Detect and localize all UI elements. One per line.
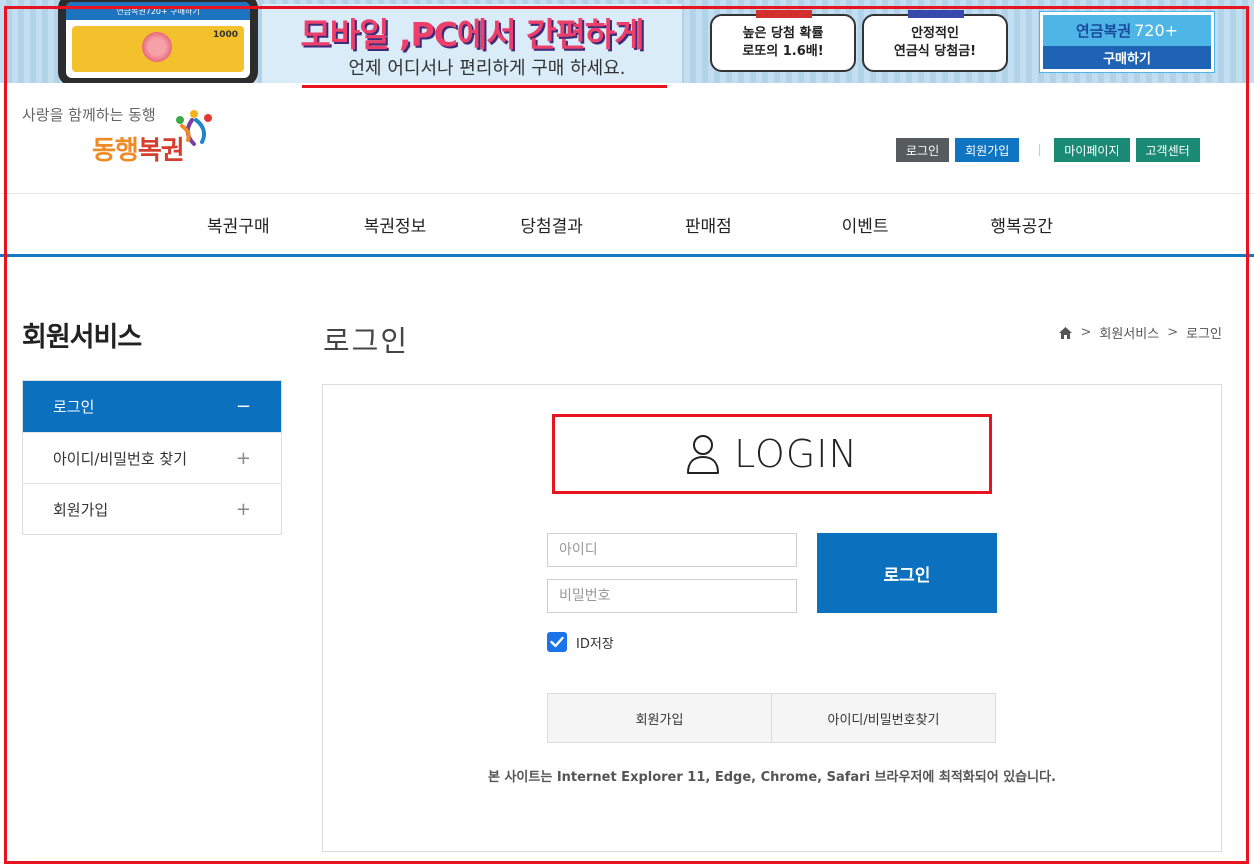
top-login-link[interactable]: 로그인 <box>896 138 950 162</box>
side-item-label: 회원가입 <box>53 500 109 519</box>
phone-ticket: 1000 <box>72 26 244 72</box>
phone-screen: 연금복권720+ 구매하기 1000 <box>66 2 250 78</box>
banner-buy-box[interactable]: 연금복권 720+ 구매하기 <box>1039 11 1215 73</box>
side-item-label: 아이디/비밀번호 찾기 <box>53 449 188 468</box>
nav-happy-space[interactable]: 행복공간 <box>943 194 1100 254</box>
banner-buy-button[interactable]: 구매하기 <box>1043 46 1211 69</box>
promo-banner[interactable]: 연금복권720+ 구매하기 1000 모바일 ,PC에서 간편하게 언제 어디서… <box>0 0 1254 83</box>
chevron-right-icon: > <box>1167 325 1179 340</box>
phone-ticket-amount: 1000 <box>212 30 238 40</box>
login-heading-text: LOGIN <box>734 432 858 476</box>
expand-icon: + <box>235 447 251 469</box>
top-links-divider <box>1039 144 1041 156</box>
login-button[interactable]: 로그인 <box>817 533 997 613</box>
pill-tab-blue <box>908 10 964 18</box>
side-item-find-account[interactable]: 아이디/비밀번호 찾기 + <box>23 432 281 483</box>
login-heading: LOGIN <box>552 414 992 494</box>
side-item-login[interactable]: 로그인 − <box>23 381 281 432</box>
checkbox-checked-icon[interactable] <box>547 632 567 652</box>
browser-notice: 본 사이트는 Internet Explorer 11, Edge, Chrom… <box>487 770 1056 785</box>
find-account-button[interactable]: 아이디/비밀번호찾기 <box>771 694 995 742</box>
side-item-label: 로그인 <box>53 398 95 416</box>
banner-feature-odds: 높은 당첨 확률 로또의 1.6배! <box>710 10 856 72</box>
nav-underline <box>0 254 1254 257</box>
logo-brand-a: 동행 <box>92 136 139 166</box>
side-menu: 로그인 − 아이디/비밀번호 찾기 + 회원가입 + <box>22 380 282 535</box>
nav-buy[interactable]: 복권구매 <box>160 194 317 254</box>
home-icon[interactable] <box>1059 326 1073 339</box>
breadcrumb-item[interactable]: 회원서비스 <box>1099 323 1159 342</box>
banner-slogan-main: 모바일 ,PC에서 간편하게 <box>300 15 644 54</box>
nav-stores[interactable]: 판매점 <box>630 194 787 254</box>
pill-line-2: 로또의 1.6배! <box>742 44 824 59</box>
page-root: 연금복권720+ 구매하기 1000 모바일 ,PC에서 간편하게 언제 어디서… <box>0 0 1254 867</box>
site-logo[interactable]: 사랑을 함께하는 동행 동행복권 <box>22 104 242 176</box>
pill-tab-red <box>756 10 812 18</box>
buy-box-title-sup: 720+ <box>1134 21 1179 40</box>
expand-icon: + <box>235 498 251 520</box>
top-mypage-link[interactable]: 마이페이지 <box>1054 138 1130 162</box>
nav-info[interactable]: 복권정보 <box>317 194 474 254</box>
buy-box-title: 연금복권 720+ <box>1043 15 1211 46</box>
pill-line-2: 연금식 당첨금! <box>893 44 977 59</box>
buy-box-title-text: 연금복권 <box>1075 22 1132 40</box>
side-item-signup[interactable]: 회원가입 + <box>23 483 281 534</box>
account-actions: 회원가입 아이디/비밀번호찾기 <box>547 693 996 743</box>
top-support-link[interactable]: 고객센터 <box>1135 138 1200 162</box>
top-links: 로그인 회원가입 마이페이지 고객센터 <box>890 138 1200 162</box>
nav-events[interactable]: 이벤트 <box>787 194 944 254</box>
nav-results[interactable]: 당첨결과 <box>473 194 630 254</box>
banner-feature-annuity: 안정적인 연금식 당첨금! <box>862 10 1008 72</box>
signup-button[interactable]: 회원가입 <box>548 694 771 742</box>
user-icon <box>687 435 720 474</box>
user-id-input[interactable] <box>547 533 797 567</box>
logo-brand: 동행복권 <box>92 130 185 167</box>
chevron-right-icon: > <box>1080 325 1092 340</box>
pill-line-1: 안정적인 <box>911 26 959 41</box>
phone-illustration: 연금복권720+ 구매하기 1000 <box>58 0 258 83</box>
save-id-checkbox[interactable]: ID저장 <box>547 632 614 652</box>
banner-slogan-sub: 언제 어디서나 편리하게 구매 하세요. <box>348 58 626 79</box>
flower-icon <box>142 32 172 62</box>
top-signup-link[interactable]: 회원가입 <box>955 138 1020 162</box>
save-id-label: ID저장 <box>576 636 614 652</box>
side-title: 회원서비스 <box>22 322 142 353</box>
password-input[interactable] <box>547 579 797 613</box>
pill-line-1: 높은 당첨 확률 <box>742 26 824 41</box>
breadcrumb: > 회원서비스 > 로그인 <box>1059 323 1222 342</box>
phone-bar-title: 연금복권720+ 구매하기 <box>66 2 250 20</box>
page-title: 로그인 <box>323 324 410 358</box>
main-navigation: 복권구매 복권정보 당첨결과 판매점 이벤트 행복공간 <box>160 194 1100 254</box>
collapse-icon: − <box>235 396 251 417</box>
logo-mark-icon <box>176 110 212 146</box>
banner-slogan: 모바일 ,PC에서 간편하게 언제 어디서나 편리하게 구매 하세요. <box>262 4 682 83</box>
breadcrumb-item-current: 로그인 <box>1186 327 1222 342</box>
logo-tagline: 사랑을 함께하는 동행 <box>22 106 156 124</box>
